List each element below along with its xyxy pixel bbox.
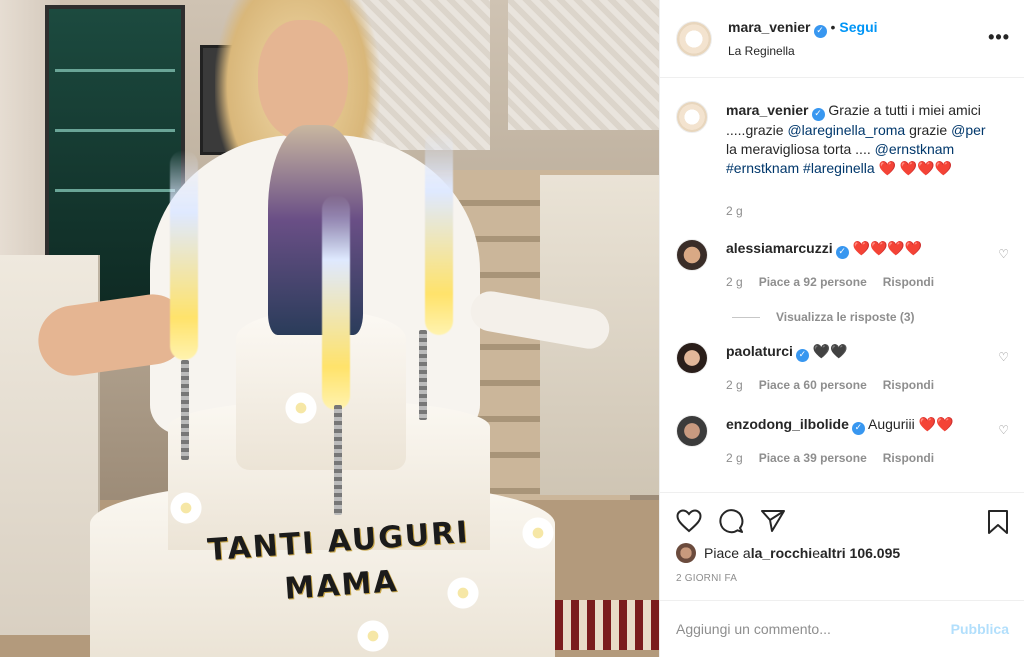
commenter-avatar[interactable] (676, 415, 708, 447)
comments-list[interactable]: mara_venier ✓ Grazie a tutti i miei amici… (660, 79, 1024, 491)
caption-body: mara_venier ✓ Grazie a tutti i miei amici… (726, 101, 986, 221)
comment-time[interactable]: 2 g (726, 451, 743, 465)
photo-curtain (508, 0, 659, 130)
comment-text: Auguriii ❤️❤️ (868, 416, 954, 432)
bookmark-icon[interactable] (987, 509, 1009, 535)
verified-icon: ✓ (835, 246, 849, 259)
cake-flower (168, 490, 204, 526)
cake-lettering: TANTI AUGURI MAMA (202, 511, 477, 618)
comment-body: alessiamarcuzzi ✓ ❤️❤️❤️❤️ 2 g Piace a 92 … (726, 239, 986, 292)
caption-avatar[interactable] (676, 101, 708, 133)
commenter-username[interactable]: enzodong_ilbolide (726, 416, 849, 432)
comment-likes[interactable]: Piace a 60 persone (759, 378, 867, 392)
likes-summary: Piace a la_rocchi e altri 106.095 (676, 543, 1009, 563)
hashtag-link[interactable]: #ernstknam (726, 160, 799, 176)
photo-person-face (258, 20, 348, 140)
comment-body: enzodong_ilbolide ✓ Auguriii ❤️❤️ 2 g Piac… (726, 415, 986, 468)
publish-button[interactable]: Pubblica (951, 621, 1009, 637)
comment-like-heart-icon[interactable]: ♡ (998, 423, 1009, 437)
comment-meta: 2 g Piace a 92 persone Rispondi (726, 273, 986, 292)
comment-likes[interactable]: Piace a 92 persone (759, 275, 867, 289)
post-header: mara_venier ✓ • Segui La Reginella ••• (660, 0, 1024, 78)
view-replies-button[interactable]: Visualizza le risposte (3) (732, 310, 1009, 324)
comment-like-heart-icon[interactable]: ♡ (998, 350, 1009, 364)
view-replies-label: Visualizza le risposte (3) (776, 310, 915, 324)
author-username[interactable]: mara_venier (728, 19, 811, 35)
verified-icon: ✓ (811, 108, 825, 121)
action-icons (676, 501, 1009, 541)
cake-flower (283, 390, 319, 426)
post-photo[interactable]: TANTI AUGURI MAMA (0, 0, 659, 657)
caption-username[interactable]: mara_venier (726, 102, 809, 118)
post-date[interactable]: 2 GIORNI FA (676, 573, 1009, 584)
sparkler-flame (425, 130, 453, 335)
caption-text: la meravigliosa torta .... (726, 141, 875, 157)
caption: mara_venier ✓ Grazie a tutti i miei amici… (676, 101, 1009, 221)
follow-button[interactable]: Segui (839, 19, 877, 35)
caption-meta: 2 g (726, 202, 986, 221)
comment-item: paolaturci ✓ 🖤🖤 2 g Piace a 60 persone Risp… (676, 342, 1009, 395)
author-meta: mara_venier ✓ • Segui La Reginella (728, 18, 878, 60)
comment-item: alessiamarcuzzi ✓ ❤️❤️❤️❤️ 2 g Piace a 92 … (676, 239, 1009, 292)
comment-likes[interactable]: Piace a 39 persone (759, 451, 867, 465)
cake-flower (355, 618, 391, 654)
sparkler-flame (170, 150, 198, 360)
reply-button[interactable]: Rispondi (883, 378, 934, 392)
caption-hearts: ❤️ ❤️❤️❤️ (878, 160, 953, 176)
verified-icon: ✓ (795, 349, 809, 362)
comment-bubble-icon[interactable] (718, 508, 744, 534)
comment-time[interactable]: 2 g (726, 378, 743, 392)
liker-avatar[interactable] (676, 543, 696, 563)
comment-time[interactable]: 2 g (726, 275, 743, 289)
comment-meta: 2 g Piace a 39 persone Rispondi (726, 449, 986, 468)
photo-rug (555, 600, 659, 650)
likes-prefix: Piace a (704, 545, 751, 561)
commenter-username[interactable]: paolaturci (726, 343, 793, 359)
comment-like-heart-icon[interactable]: ♡ (998, 247, 1009, 261)
post-location[interactable]: La Reginella (728, 42, 878, 60)
reply-button[interactable]: Rispondi (883, 451, 934, 465)
mention-link[interactable]: @lareginella_roma (787, 122, 905, 138)
verified-icon: ✓ (813, 24, 827, 38)
verified-icon: ✓ (851, 422, 865, 435)
add-comment-input[interactable]: Aggiungi un commento... (676, 621, 831, 637)
liker-username[interactable]: la_rocchi (751, 545, 812, 561)
commenter-avatar[interactable] (676, 342, 708, 374)
likes-mid: e (812, 545, 820, 561)
mention-link[interactable]: @per (951, 122, 985, 138)
post-sidebar: mara_venier ✓ • Segui La Reginella ••• mara… (659, 0, 1024, 657)
comment-meta: 2 g Piace a 60 persone Rispondi (726, 376, 986, 395)
sparkler-stick (419, 330, 427, 420)
comment-text: ❤️❤️❤️❤️ (852, 240, 923, 256)
author-avatar[interactable] (676, 20, 712, 57)
more-options-icon[interactable]: ••• (988, 28, 1010, 46)
like-heart-icon[interactable] (676, 509, 702, 533)
comment-body: paolaturci ✓ 🖤🖤 2 g Piace a 60 persone Risp… (726, 342, 986, 395)
caption-time[interactable]: 2 g (726, 204, 743, 218)
sparkler-stick (181, 360, 189, 460)
add-comment-bar: Aggiungi un commento... Pubblica (660, 600, 1024, 657)
cake-flower (445, 575, 481, 611)
hashtag-link[interactable]: #lareginella (803, 160, 875, 176)
commenter-username[interactable]: alessiamarcuzzi (726, 240, 833, 256)
caption-text: grazie (905, 122, 952, 138)
mention-link[interactable]: @ernstknam (875, 141, 955, 157)
share-paper-plane-icon[interactable] (760, 509, 786, 533)
likes-count-link[interactable]: altri 106.095 (820, 545, 900, 561)
cake-flower (520, 515, 556, 551)
replies-line (732, 316, 760, 318)
separator-dot: • (830, 18, 836, 35)
reply-button[interactable]: Rispondi (883, 275, 934, 289)
comment-text: 🖤🖤 (812, 343, 848, 359)
sparkler-stick (334, 405, 342, 515)
commenter-avatar[interactable] (676, 239, 708, 271)
post-actions: Piace a la_rocchi e altri 106.095 2 GIOR… (660, 492, 1024, 584)
sparkler-flame (322, 195, 350, 410)
comment-item: enzodong_ilbolide ✓ Auguriii ❤️❤️ 2 g Piac… (676, 415, 1009, 468)
